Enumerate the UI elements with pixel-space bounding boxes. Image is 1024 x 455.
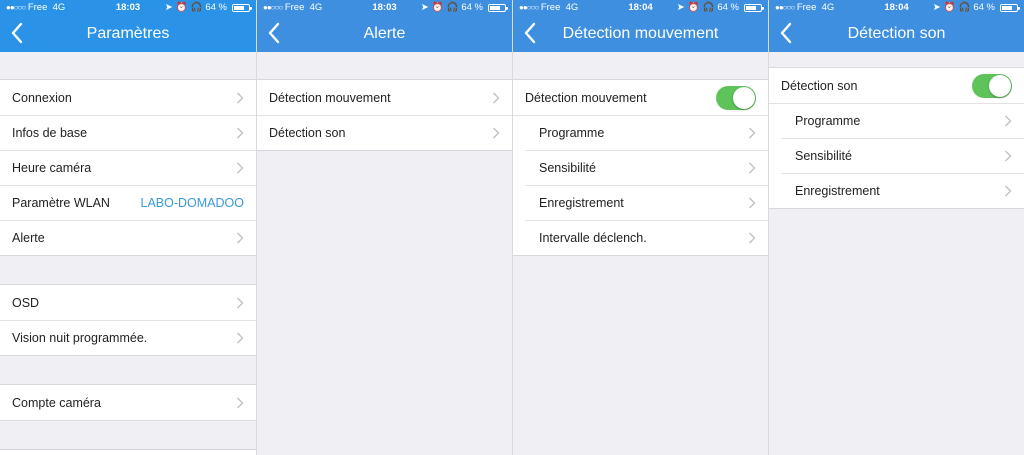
chevron-right-icon	[748, 196, 756, 209]
row-sensibilite[interactable]: Sensibilité	[769, 138, 1024, 173]
settings-group-4-partial	[0, 449, 256, 455]
settings-group-1: Connexion Infos de base Heure caméra Par…	[0, 79, 256, 256]
page-title: Détection mouvement	[562, 25, 719, 42]
sound-options: Détection son Programme Sensibilité Enre…	[769, 67, 1024, 209]
row-compte-camera[interactable]: Compte caméra	[0, 385, 256, 420]
chevron-right-icon	[236, 126, 244, 139]
page-title: Paramètres	[86, 25, 170, 42]
headphones-icon: 🎧	[958, 2, 971, 13]
battery-percent: 64 %	[717, 2, 739, 13]
status-bar: ●●○○○ Free 4G 18:04 ➤ ⏰ 🎧 64 %	[769, 0, 1024, 16]
location-icon: ➤	[932, 2, 941, 13]
chevron-right-icon	[748, 126, 756, 139]
status-bar: ●●○○○ Free 4G 18:03 ➤ ⏰ 🎧 64 %	[0, 0, 256, 16]
screen-detection-mouvement: ●●○○○ Free 4G 18:04 ➤ ⏰ 🎧 64 % Détection mo…	[512, 0, 768, 455]
alert-options: Détection mouvement Détection son	[257, 79, 512, 151]
row-detection-son[interactable]: Détection son	[257, 115, 512, 150]
navbar: Paramètres	[0, 16, 256, 52]
chevron-right-icon	[236, 161, 244, 174]
chevron-right-icon	[236, 231, 244, 244]
chevron-right-icon	[492, 91, 500, 104]
chevron-right-icon	[748, 161, 756, 174]
row-infos-de-base[interactable]: Infos de base	[0, 115, 256, 150]
battery-percent: 64 %	[205, 2, 227, 13]
toggle-knob	[733, 86, 755, 109]
row-osd[interactable]: OSD	[0, 285, 256, 320]
battery-icon	[744, 4, 764, 12]
page-title: Détection son	[847, 25, 946, 42]
wlan-value: LABO-DOMADOO	[140, 195, 245, 210]
settings-group-2: OSD Vision nuit programmée.	[0, 284, 256, 356]
chevron-right-icon	[492, 126, 500, 139]
location-icon: ➤	[420, 2, 429, 13]
alarm-icon: ⏰	[431, 2, 444, 13]
location-icon: ➤	[164, 2, 173, 13]
headphones-icon: 🎧	[702, 2, 715, 13]
headphones-icon: 🎧	[446, 2, 459, 13]
row-enregistrement[interactable]: Enregistrement	[769, 173, 1024, 208]
alarm-icon: ⏰	[175, 2, 188, 13]
row-alerte[interactable]: Alerte	[0, 220, 256, 255]
screen-alerte: ●●○○○ Free 4G 18:03 ➤ ⏰ 🎧 64 % Alerte Détec…	[256, 0, 512, 455]
battery-percent: 64 %	[973, 2, 995, 13]
row-intervalle[interactable]: Intervalle déclench.	[513, 220, 768, 255]
status-bar: ●●○○○ Free 4G 18:03 ➤ ⏰ 🎧 64 %	[257, 0, 512, 16]
navbar: Détection mouvement	[513, 16, 768, 52]
alarm-icon: ⏰	[943, 2, 956, 13]
settings-group-3: Compte caméra	[0, 384, 256, 421]
top-bar: ●●○○○ Free 4G 18:03 ➤ ⏰ 🎧 64 % Paramètres	[0, 0, 256, 52]
chevron-right-icon	[236, 91, 244, 104]
chevron-right-icon	[1004, 184, 1012, 197]
motion-detection-toggle[interactable]	[716, 85, 756, 110]
navbar: Détection son	[769, 16, 1024, 52]
row-enregistrement[interactable]: Enregistrement	[513, 185, 768, 220]
motion-options: Détection mouvement Programme Sensibilit…	[513, 79, 768, 256]
chevron-right-icon	[236, 331, 244, 344]
navbar: Alerte	[257, 16, 512, 52]
toggle-knob	[989, 74, 1011, 97]
row-sensibilite[interactable]: Sensibilité	[513, 150, 768, 185]
row-motion-toggle: Détection mouvement	[513, 80, 768, 115]
row-programme[interactable]: Programme	[769, 103, 1024, 138]
row-connexion[interactable]: Connexion	[0, 80, 256, 115]
row-detection-mouvement[interactable]: Détection mouvement	[257, 80, 512, 115]
alarm-icon: ⏰	[687, 2, 700, 13]
status-bar: ●●○○○ Free 4G 18:04 ➤ ⏰ 🎧 64 %	[513, 0, 768, 16]
top-bar: ●●○○○ Free 4G 18:03 ➤ ⏰ 🎧 64 % Alerte	[257, 0, 512, 52]
battery-percent: 64 %	[461, 2, 483, 13]
chevron-right-icon	[1004, 149, 1012, 162]
top-bar: ●●○○○ Free 4G 18:04 ➤ ⏰ 🎧 64 % Détection mo…	[513, 0, 768, 52]
battery-icon	[488, 4, 508, 12]
battery-icon	[232, 4, 252, 12]
sound-detection-toggle[interactable]	[972, 73, 1012, 98]
chevron-right-icon	[236, 396, 244, 409]
row-parametre-wlan[interactable]: Paramètre WLAN LABO-DOMADOO	[0, 185, 256, 220]
battery-icon	[1000, 4, 1020, 12]
screens-container: ●●○○○ Free 4G 18:03 ➤ ⏰ 🎧 64 % Paramètres C…	[0, 0, 1024, 455]
page-title: Alerte	[363, 25, 406, 42]
row-sound-toggle: Détection son	[769, 68, 1024, 103]
location-icon: ➤	[676, 2, 685, 13]
row-heure-camera[interactable]: Heure caméra	[0, 150, 256, 185]
chevron-right-icon	[1004, 114, 1012, 127]
screen-parametres: ●●○○○ Free 4G 18:03 ➤ ⏰ 🎧 64 % Paramètres C…	[0, 0, 256, 455]
chevron-right-icon	[236, 296, 244, 309]
chevron-right-icon	[748, 231, 756, 244]
top-bar: ●●○○○ Free 4G 18:04 ➤ ⏰ 🎧 64 % Détection so…	[769, 0, 1024, 52]
headphones-icon: 🎧	[190, 2, 203, 13]
row-vision-nuit[interactable]: Vision nuit programmée.	[0, 320, 256, 355]
screen-detection-son: ●●○○○ Free 4G 18:04 ➤ ⏰ 🎧 64 % Détection so…	[768, 0, 1024, 455]
row-programme[interactable]: Programme	[513, 115, 768, 150]
